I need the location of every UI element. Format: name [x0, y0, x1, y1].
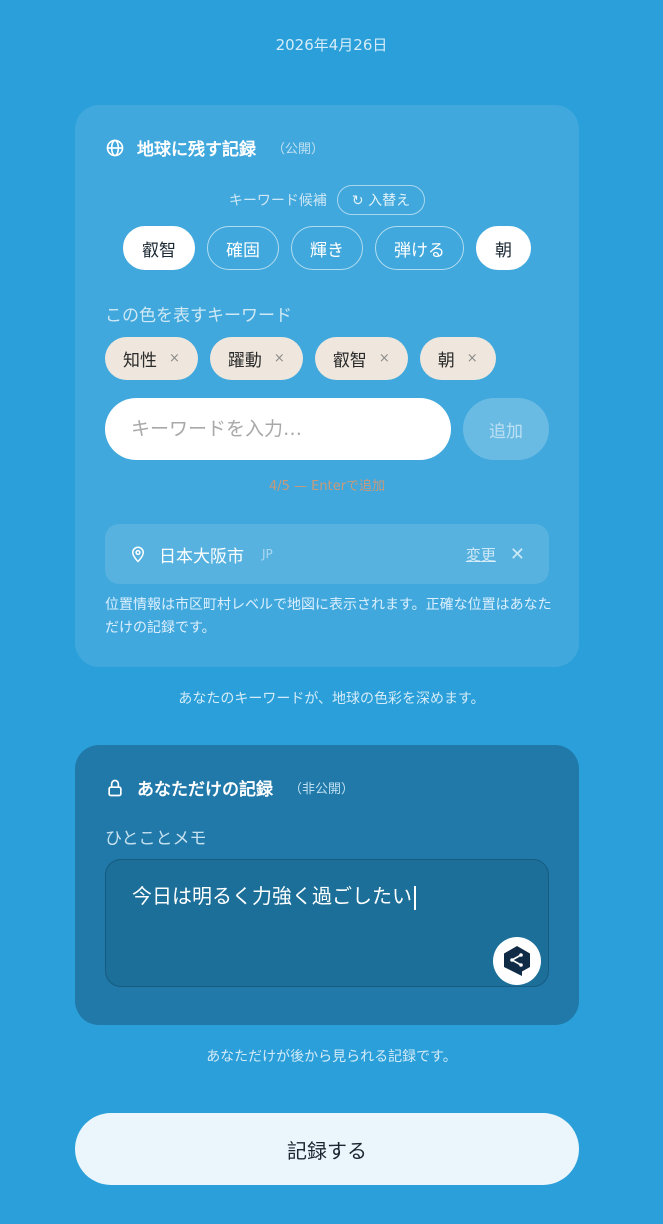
candidate-row: キーワード候補 ↻ 入替え	[75, 185, 579, 215]
keyword-tag-label: 躍動	[227, 351, 262, 371]
location-box: 日本大阪市 JP 変更 ✕	[105, 524, 549, 584]
memo-textarea[interactable]: 今日は明るく力強く過ごしたい	[105, 859, 549, 987]
keyword-tag: 知性 ×	[105, 337, 198, 380]
keyword-tags: 知性 × 躍動 × 叡智 × 朝 ×	[105, 337, 496, 380]
private-card-title: あなただけの記録	[137, 780, 273, 800]
refresh-candidates-button[interactable]: ↻ 入替え	[336, 185, 426, 215]
candidate-chips: 叡智 確固 輝き 弾ける 朝	[75, 226, 579, 270]
globe-icon	[106, 139, 124, 156]
private-record-card: あなただけの記録 （非公開） ひとことメモ 今日は明るく力強く過ごしたい	[75, 745, 579, 1025]
keyword-tag-label: 知性	[123, 351, 157, 371]
date-label: 2026年4月26日	[275, 36, 388, 54]
submit-record-button[interactable]: 記録する	[75, 1113, 579, 1185]
change-location-link[interactable]: 変更	[466, 544, 496, 565]
candidate-chip[interactable]: 確固	[207, 226, 279, 270]
location-note: 位置情報は市区町村レベルで地図に表示されます。正確な位置はあなただけの記録です。	[105, 597, 552, 636]
deepl-icon[interactable]	[493, 937, 541, 985]
public-card-title: 地球に残す記録	[137, 140, 256, 160]
keyword-tag-label: 叡智	[332, 351, 367, 371]
keyword-tag: 朝 ×	[419, 337, 496, 380]
keyword-count-hint: 4/5 — Enterで追加	[268, 479, 386, 494]
candidate-label: キーワード候補	[228, 193, 327, 209]
public-caption: あなたのキーワードが、地球の色彩を深めます。	[178, 691, 485, 707]
location-city: 日本大阪市	[159, 546, 244, 567]
map-pin-icon	[131, 546, 145, 563]
candidate-chip[interactable]: 輝き	[291, 226, 363, 270]
remove-keyword-icon[interactable]: ×	[379, 351, 390, 366]
keyword-tag-label: 朝	[437, 351, 455, 371]
public-card-tag: （公開）	[272, 142, 325, 157]
memo-label: ひとことメモ	[105, 829, 207, 849]
lock-icon	[108, 779, 122, 796]
keyword-tag: 躍動 ×	[209, 337, 303, 380]
text-caret	[414, 885, 416, 910]
public-record-card: 地球に残す記録 （公開） キーワード候補 ↻ 入替え 叡智 確固 輝き 弾ける …	[75, 105, 579, 667]
remove-keyword-icon[interactable]: ×	[274, 351, 285, 366]
add-keyword-button[interactable]: 追加	[463, 398, 549, 460]
private-caption: あなただけが後から見られる記録です。	[206, 1049, 457, 1065]
candidate-chip[interactable]: 朝	[476, 226, 531, 270]
public-card-header: 地球に残す記録 （公開）	[105, 135, 324, 160]
deepl-logo-icon	[504, 946, 530, 976]
keyword-input[interactable]	[105, 398, 451, 460]
remove-keyword-icon[interactable]: ×	[169, 351, 180, 366]
candidate-chip[interactable]: 弾ける	[375, 226, 464, 270]
close-icon[interactable]: ✕	[510, 544, 525, 565]
keyword-section-label: この色を表すキーワード	[105, 306, 292, 326]
memo-text: 今日は明るく力強く過ごしたい	[132, 884, 412, 908]
candidate-chip[interactable]: 叡智	[123, 226, 195, 270]
keyword-tag: 叡智 ×	[314, 337, 408, 380]
remove-keyword-icon[interactable]: ×	[467, 351, 478, 366]
location-country: JP	[262, 547, 273, 561]
private-card-header: あなただけの記録 （非公開）	[105, 775, 354, 800]
private-card-tag: （非公開）	[289, 782, 355, 797]
